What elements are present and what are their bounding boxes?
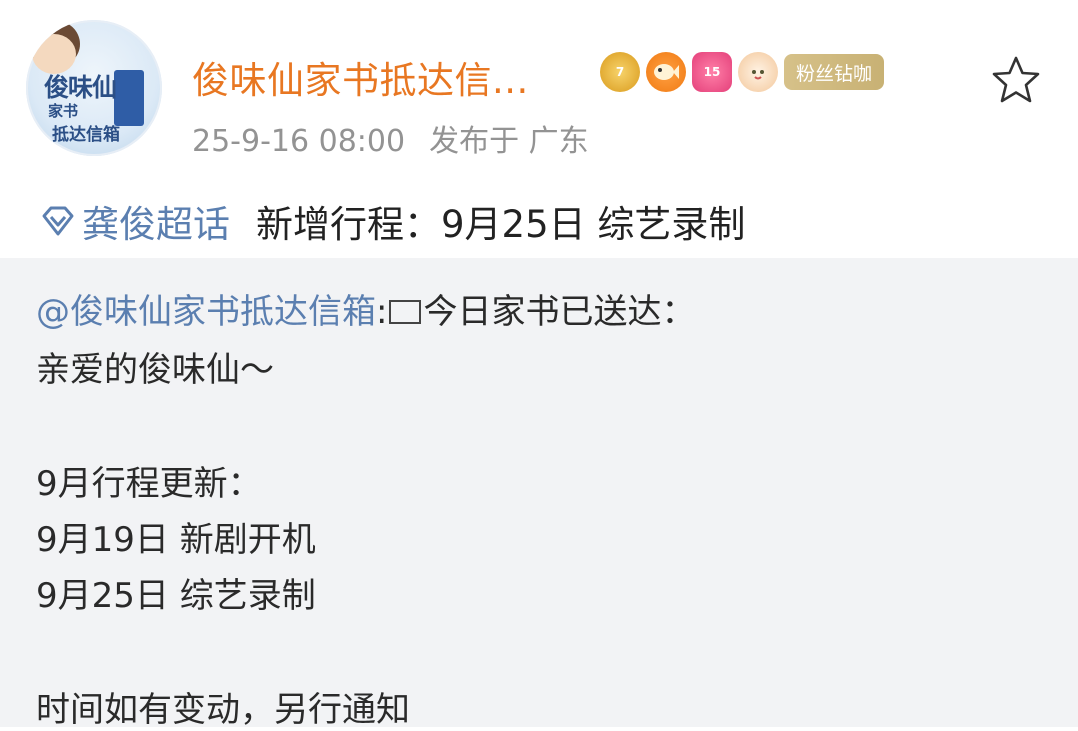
avatar-text-line2: 家书 [48,102,79,120]
fan-level-badge[interactable]: 粉丝钻咖 [784,54,885,90]
repost-line-item-2: 9月25日 综艺录制 [36,576,316,616]
post-timestamp: 25-9-16 08:00 [192,124,406,159]
mention-colon: : [376,292,388,332]
avatar-text-line3: 抵达信箱 [52,125,120,145]
mailbox-illustration [114,70,144,126]
mention-link[interactable]: @俊味仙家书抵达信箱 [36,292,376,332]
favorite-star-icon[interactable] [990,54,1042,106]
crown-badge-level: 7 [615,65,625,79]
topic-link[interactable]: 龚俊超话 [82,194,230,248]
post-body: 龚俊超话 新增行程：9月25日 综艺录制 [38,194,745,248]
truncation-fade [500,684,630,724]
repost-intro: 今日家书已送达： [423,292,696,332]
crown-badge-icon[interactable]: 7 [600,52,640,92]
repost-line-greeting: 亲爱的俊味仙～ [36,350,274,390]
heart-level-badge-icon[interactable]: 15 [692,52,732,92]
repost-line-schedule-heading: 9月行程更新： [36,464,262,504]
diamond-topic-icon [42,206,74,236]
repost-line-item-1: 9月19日 新剧开机 [36,520,316,560]
repost-first-line: @俊味仙家书抵达信箱: 今日家书已送达： [36,284,695,333]
fish-badge-icon[interactable] [646,52,686,92]
post-header: 俊味仙 家书 抵达信箱 俊味仙家书抵达信... 7 15 粉丝钻咖 25-9-1… [0,0,1078,182]
avatar[interactable]: 俊味仙 家书 抵达信箱 [26,20,162,156]
user-badges: 7 15 粉丝钻咖 [600,52,885,92]
bun-mascot-icon[interactable] [738,52,778,92]
post-text: 新增行程：9月25日 综艺录制 [256,203,746,246]
post-meta: 25-9-16 08:00 发布于 广东 [192,116,613,160]
post-location: 发布于 广东 [429,124,589,159]
repost-line-notice: 时间如有变动，另行通知 [36,690,410,730]
avatar-text-line1: 俊味仙 [44,73,117,102]
mail-icon [389,299,422,324]
username[interactable]: 俊味仙家书抵达信... [192,50,529,104]
heart-badge-level: 15 [703,65,721,79]
reposted-content[interactable]: @俊味仙家书抵达信箱: 今日家书已送达： 亲爱的俊味仙～ 9月行程更新： 9月19… [0,258,1078,730]
